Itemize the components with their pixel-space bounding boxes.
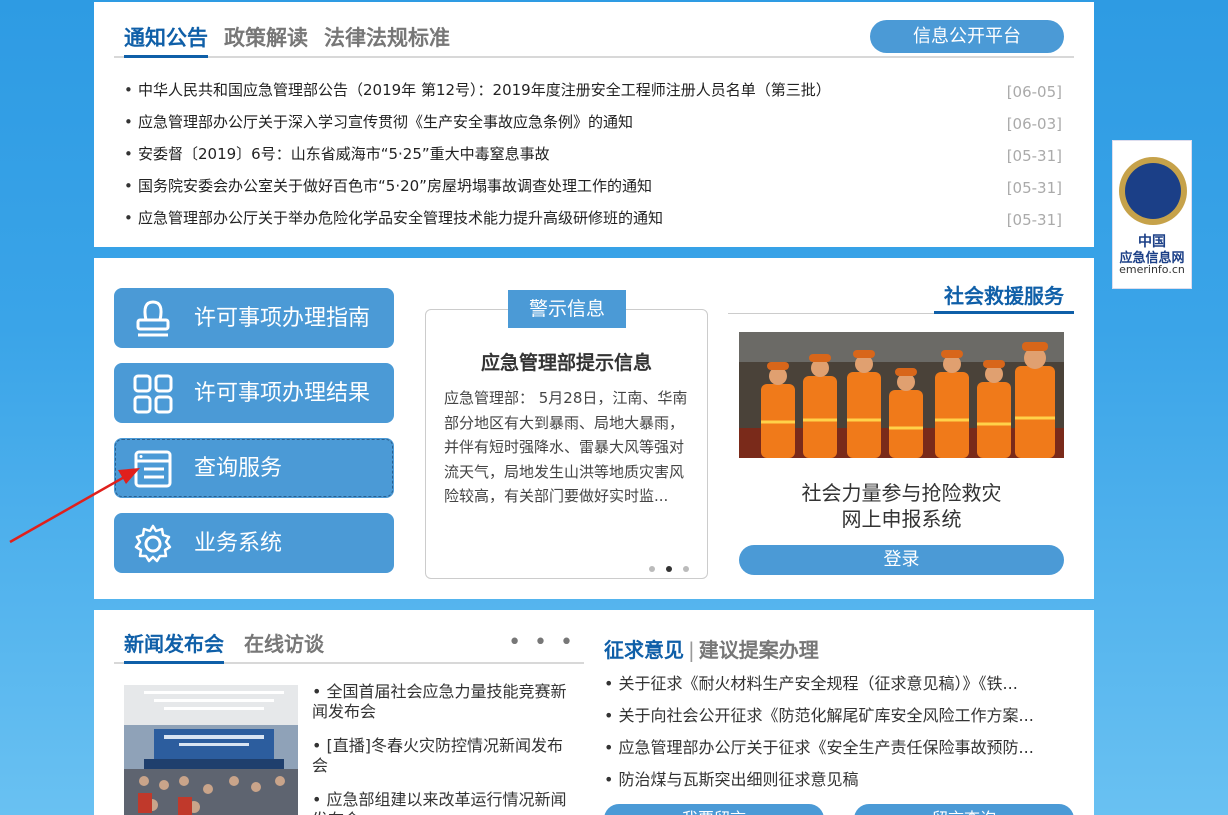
opinion-list: • 关于征求《耐火材料生产安全规程（征求意见稿）》《铁... • 关于向社会公开… bbox=[604, 668, 1074, 796]
message-query-button[interactable]: 留言查询 bbox=[854, 804, 1074, 815]
info-platform-button[interactable]: 信息公开平台 bbox=[870, 20, 1064, 53]
separator: | bbox=[688, 638, 695, 662]
notice-date: [06-03] bbox=[1006, 115, 1062, 133]
badge-line3: emerinfo.cn bbox=[1119, 263, 1185, 276]
press-conference-image bbox=[124, 685, 298, 815]
tab-proposals[interactable]: 建议提案办理 bbox=[699, 638, 819, 662]
license-result-button[interactable]: 许可事项办理结果 bbox=[114, 363, 394, 423]
list-item[interactable]: • 应急管理部办公厅关于征求《安全生产责任保险事故预防... bbox=[604, 732, 1074, 764]
notice-date: [05-31] bbox=[1006, 147, 1062, 165]
press-panel: 新闻发布会 在线访谈 • • • • 全国首届社会应急力量技能竞赛新闻发布会 •… bbox=[94, 610, 1094, 815]
notice-title[interactable]: 安委督〔2019〕6号：山东省威海市“5·25”重大中毒窒息事故 bbox=[138, 145, 550, 163]
notice-title[interactable]: 应急管理部办公厅关于举办危险化学品安全管理技术能力提升高级研修班的通知 bbox=[138, 209, 663, 227]
notice-panel: 通知公告 政策解读 法律法规标准 信息公开平台 • 中华人民共和国应急管理部公告（… bbox=[94, 2, 1094, 247]
opinion-header: 征求意见 | 建议提案办理 bbox=[604, 634, 819, 663]
seal-icon bbox=[136, 300, 170, 337]
notice-date: [06-05] bbox=[1006, 83, 1062, 101]
notice-date: [05-31] bbox=[1006, 179, 1062, 197]
list-item[interactable]: • [直播]冬春火灾防控情况新闻发布会 bbox=[312, 736, 570, 776]
license-guide-button[interactable]: 许可事项办理指南 bbox=[114, 288, 394, 348]
list-item[interactable]: • 应急管理部办公厅关于举办危险化学品安全管理技术能力提升高级研修班的通知 [05-… bbox=[124, 204, 1064, 236]
press-list: • 全国首届社会应急力量技能竞赛新闻发布会 • [直播]冬春火灾防控情况新闻发布… bbox=[312, 682, 570, 815]
rescue-header: 社会救援服务 bbox=[728, 278, 1074, 314]
carousel-dot-active[interactable] bbox=[666, 566, 672, 572]
warning-card[interactable]: 应急管理部提示信息 应急管理部： 5月28日，江南、华南部分地区有大到暴雨、局地… bbox=[425, 309, 708, 579]
warning-text: 应急管理部： 5月28日，江南、华南部分地区有大到暴雨、局地大暴雨，并伴有短时强… bbox=[444, 389, 688, 505]
carousel-dot[interactable] bbox=[649, 566, 655, 572]
query-service-button[interactable]: 查询服务 bbox=[114, 438, 394, 498]
rescue-line2: 网上申报系统 bbox=[841, 507, 962, 531]
warning-tag: 警示信息 bbox=[508, 290, 626, 328]
tab-laws[interactable]: 法律法规标准 bbox=[324, 22, 450, 54]
service-label: 业务系统 bbox=[194, 531, 283, 556]
list-item[interactable]: • 国务院安委会办公室关于做好百色市“5·20”房屋坍塌事故调查处理工作的通知 [0… bbox=[124, 172, 1064, 204]
tab-notices[interactable]: 通知公告 bbox=[124, 22, 208, 58]
emblem-icon bbox=[1119, 157, 1187, 225]
tab-online-interview[interactable]: 在线访谈 bbox=[244, 628, 324, 660]
rescue-system-text[interactable]: 社会力量参与抢险救灾 网上申报系统 bbox=[739, 480, 1064, 532]
business-system-button[interactable]: 业务系统 bbox=[114, 513, 394, 573]
notice-title[interactable]: 国务院安委会办公室关于做好百色市“5·20”房屋坍塌事故调查处理工作的通知 bbox=[138, 177, 652, 195]
press-photo[interactable] bbox=[124, 685, 298, 815]
list-item[interactable]: • 防治煤与瓦斯突出细则征求意见稿 bbox=[604, 764, 1074, 796]
notice-title[interactable]: 中华人民共和国应急管理部公告（2019年 第12号）：2019年度注册安全工程师… bbox=[138, 81, 831, 99]
service-label: 查询服务 bbox=[194, 456, 283, 481]
list-item[interactable]: • 中华人民共和国应急管理部公告（2019年 第12号）：2019年度注册安全工程… bbox=[124, 76, 1064, 108]
rescue-line1: 社会力量参与抢险救灾 bbox=[801, 481, 1002, 505]
notice-date: [05-31] bbox=[1006, 211, 1062, 229]
press-tabs: 新闻发布会 在线访谈 • • • bbox=[114, 628, 584, 664]
list-item[interactable]: • 应急管理部办公厅关于深入学习宣传贯彻《生产安全事故应急条例》的通知 [06-03… bbox=[124, 108, 1064, 140]
list-item[interactable]: • 应急部组建以来改革运行情况新闻发布会 bbox=[312, 790, 570, 815]
rescue-photo[interactable] bbox=[739, 332, 1064, 458]
service-panel: 许可事项办理指南 许可事项办理结果 查询服务 业务系统 应急管理部提示信息 应急… bbox=[94, 258, 1094, 599]
list-item[interactable]: • 安委督〔2019〕6号：山东省威海市“5·25”重大中毒窒息事故 [05-31] bbox=[124, 140, 1064, 172]
notice-title[interactable]: 应急管理部办公厅关于深入学习宣传贯彻《生产安全事故应急条例》的通知 bbox=[138, 113, 633, 131]
tab-policy[interactable]: 政策解读 bbox=[224, 22, 308, 54]
emerinfo-badge[interactable]: 中国 应急信息网 emerinfo.cn bbox=[1112, 140, 1192, 289]
notice-list: • 中华人民共和国应急管理部公告（2019年 第12号）：2019年度注册安全工程… bbox=[124, 76, 1064, 236]
grid-icon bbox=[133, 374, 173, 414]
service-label: 许可事项办理结果 bbox=[194, 381, 371, 406]
warning-title[interactable]: 应急管理部提示信息 bbox=[426, 348, 707, 375]
notice-tabs: 通知公告 政策解读 法律法规标准 信息公开平台 bbox=[114, 20, 1074, 58]
list-item[interactable]: • 全国首届社会应急力量技能竞赛新闻发布会 bbox=[312, 682, 570, 722]
rescue-team-image bbox=[739, 332, 1064, 458]
rescue-title: 社会救援服务 bbox=[934, 278, 1074, 314]
service-label: 许可事项办理指南 bbox=[194, 306, 371, 331]
carousel-dot[interactable] bbox=[683, 566, 689, 572]
list-item[interactable]: • 关于向社会公开征求《防范化解尾矿库安全风险工作方案... bbox=[604, 700, 1074, 732]
login-button[interactable]: 登录 bbox=[739, 545, 1064, 575]
gear-icon bbox=[134, 524, 172, 563]
tab-press-conference[interactable]: 新闻发布会 bbox=[124, 628, 224, 664]
leave-message-button[interactable]: 我要留言 bbox=[604, 804, 824, 815]
list-item[interactable]: • 关于征求《耐火材料生产安全规程（征求意见稿）》《铁... bbox=[604, 668, 1074, 700]
tab-opinions[interactable]: 征求意见 bbox=[604, 638, 684, 662]
query-list-icon bbox=[134, 450, 172, 488]
more-icon[interactable]: • • • bbox=[508, 630, 576, 655]
